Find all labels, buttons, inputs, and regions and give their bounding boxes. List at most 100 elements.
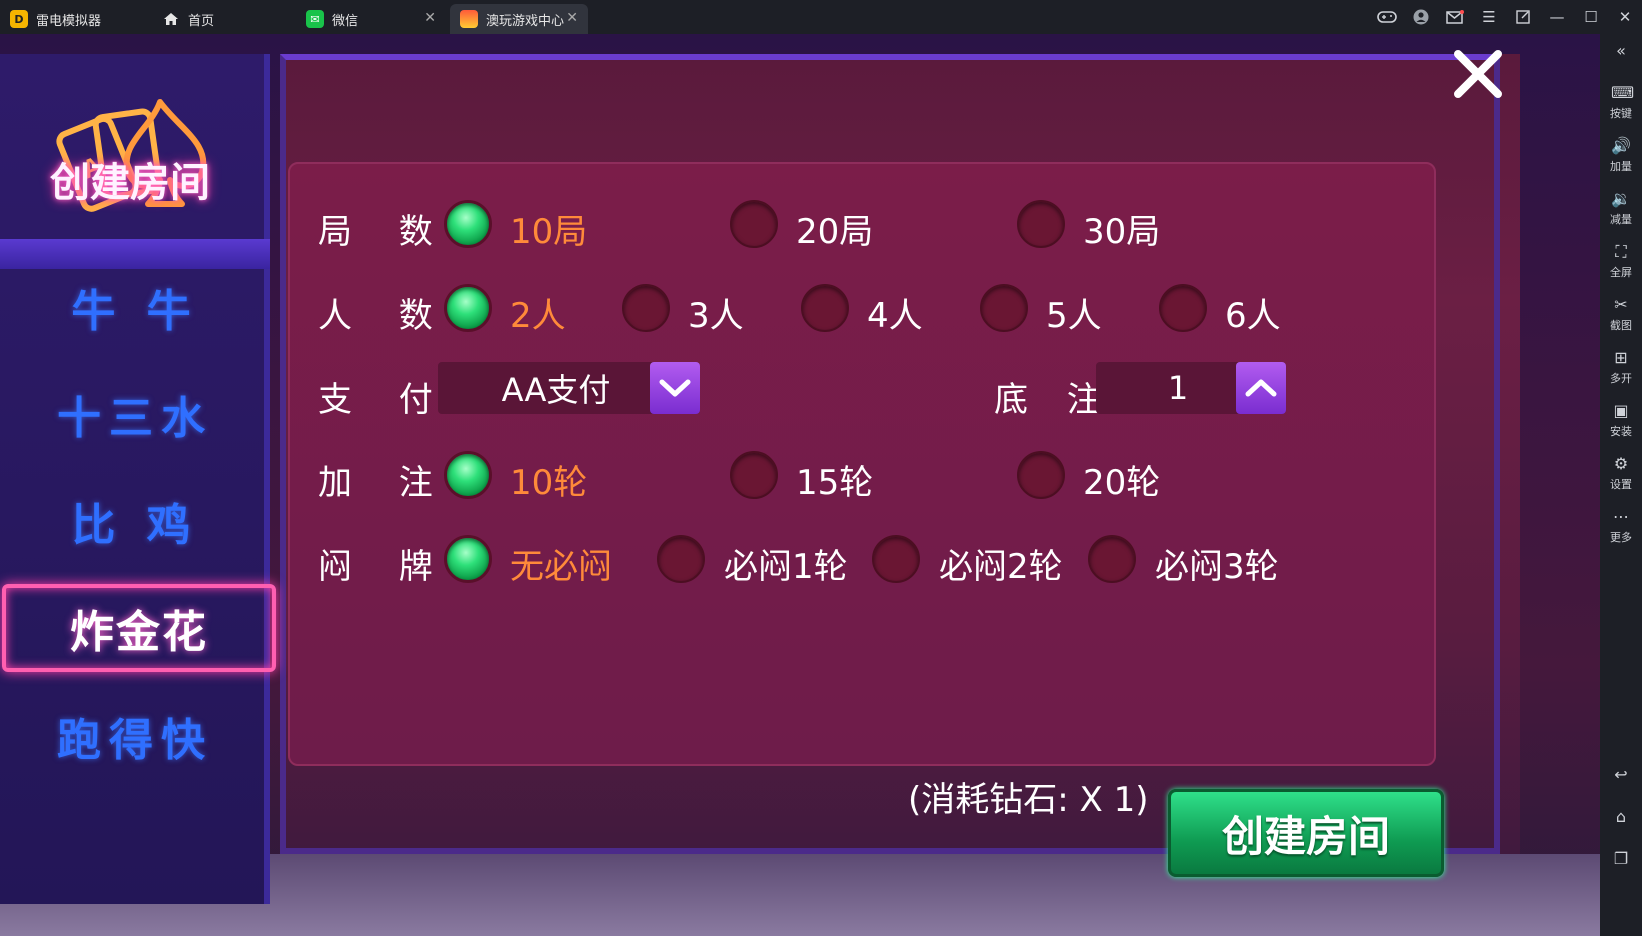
diamond-cost: (消耗钻石: X 1) [908, 780, 1149, 820]
option-rounds-10[interactable]: 10局 [510, 204, 587, 253]
radio-players-4[interactable] [801, 284, 849, 332]
option-players-4[interactable]: 4人 [867, 288, 923, 337]
toolbar-screenshot[interactable]: ✂ 截图 [1600, 296, 1642, 333]
ld-logo-icon: D [10, 10, 28, 28]
title-bar-decoration [0, 239, 270, 269]
toolbar-label: 多开 [1610, 372, 1632, 385]
game-item-zhajinhua[interactable]: 炸金花 [2, 584, 276, 672]
game-item-niuniu[interactable]: 牛 牛 [10, 267, 260, 347]
toolbar-label: 安装 [1610, 425, 1632, 438]
shrink-window-icon[interactable] [1506, 0, 1540, 34]
base-bet-select[interactable]: 1 [1096, 362, 1286, 414]
volume-down-icon: 🔉 [1611, 189, 1631, 208]
game-item-shisanshui[interactable]: 十三水 [10, 374, 260, 454]
emulator-titlebar: D 雷电模拟器 首页 ✉ 微信 ✕ 澳玩游戏中心 ✕ ☰ — ☐ ✕ [0, 0, 1642, 34]
radio-players-3[interactable] [622, 284, 670, 332]
option-raise-15[interactable]: 15轮 [796, 455, 873, 504]
option-raise-20[interactable]: 20轮 [1083, 455, 1160, 504]
tab-wechat[interactable]: ✉ 微信 ✕ [296, 4, 446, 34]
option-blind-2[interactable]: 必闷2轮 [939, 539, 1063, 588]
toolbar-label: 加量 [1610, 160, 1632, 173]
tab-game-center[interactable]: 澳玩游戏中心 ✕ [450, 4, 588, 34]
home-icon [162, 10, 180, 28]
chevron-down-icon[interactable] [650, 362, 700, 414]
toolbar-more[interactable]: ⋯ 更多 [1600, 508, 1642, 545]
menu-icon[interactable]: ☰ [1472, 0, 1506, 34]
window-controls: ☰ — ☐ ✕ [1370, 0, 1642, 34]
mail-icon[interactable] [1438, 0, 1472, 34]
radio-blind-none[interactable] [444, 535, 492, 583]
radio-raise-15[interactable] [730, 451, 778, 499]
tab-label: 澳玩游戏中心 [486, 13, 565, 29]
option-raise-10[interactable]: 10轮 [510, 455, 587, 504]
game-screen: A 创建房间 牛 牛 十三水 比 鸡 炸金花 跑得快 局 数: 10局 20局 … [0, 34, 1600, 936]
toolbar-label: 更多 [1610, 531, 1632, 544]
tab-label: 微信 [332, 13, 359, 29]
create-room-button[interactable]: 创建房间 [1168, 789, 1444, 877]
toolbar-label: 全屏 [1610, 266, 1632, 279]
gamepad-icon[interactable] [1370, 0, 1404, 34]
tab-label: 首页 [188, 13, 215, 29]
toolbar-label: 截图 [1610, 319, 1632, 332]
radio-players-6[interactable] [1159, 284, 1207, 332]
account-icon[interactable] [1404, 0, 1438, 34]
maximize-icon[interactable]: ☐ [1574, 0, 1608, 34]
radio-rounds-20[interactable] [730, 200, 778, 248]
tab-emulator-home[interactable]: D 雷电模拟器 [0, 4, 150, 34]
tab-label: 雷电模拟器 [36, 13, 102, 29]
radio-blind-3[interactable] [1088, 535, 1136, 583]
option-players-2[interactable]: 2人 [510, 288, 566, 337]
wechat-icon: ✉ [306, 10, 324, 28]
home-nav-icon[interactable]: ⌂ [1600, 808, 1642, 829]
radio-players-2[interactable] [444, 284, 492, 332]
volume-up-icon: 🔊 [1611, 136, 1631, 155]
game-center-icon [460, 10, 478, 28]
option-players-5[interactable]: 5人 [1046, 288, 1102, 337]
close-tab-icon[interactable]: ✕ [424, 10, 436, 26]
radio-blind-1[interactable] [657, 535, 705, 583]
option-blind-none[interactable]: 无必闷 [510, 539, 612, 588]
option-blind-1[interactable]: 必闷1轮 [724, 539, 848, 588]
toolbar-label: 按键 [1610, 107, 1632, 120]
back-icon[interactable]: ↩ [1600, 766, 1642, 787]
radio-rounds-10[interactable] [444, 200, 492, 248]
radio-raise-10[interactable] [444, 451, 492, 499]
minimize-icon[interactable]: — [1540, 0, 1574, 34]
option-blind-3[interactable]: 必闷3轮 [1155, 539, 1279, 588]
close-tab-icon[interactable]: ✕ [566, 10, 578, 26]
radio-blind-2[interactable] [872, 535, 920, 583]
multi-open-icon: ⊞ [1614, 348, 1628, 367]
payment-select[interactable]: AA支付 [438, 362, 700, 414]
close-window-icon[interactable]: ✕ [1608, 0, 1642, 34]
payment-value: AA支付 [501, 371, 611, 409]
game-type-panel: A 创建房间 牛 牛 十三水 比 鸡 炸金花 跑得快 [0, 54, 276, 904]
radio-raise-20[interactable] [1017, 451, 1065, 499]
room-settings-panel: 局 数: 10局 20局 30局 人 数: 2人 3人 4人 5人 6人 支 付… [288, 162, 1436, 766]
close-icon[interactable] [1450, 46, 1506, 102]
toolbar-fullscreen[interactable]: ⛶ 全屏 [1600, 243, 1642, 280]
scissors-icon: ✂ [1614, 295, 1628, 314]
radio-players-5[interactable] [980, 284, 1028, 332]
toolbar-volume-up[interactable]: 🔊 加量 [1600, 137, 1642, 174]
collapse-toolbar-icon[interactable]: « [1600, 42, 1642, 63]
option-players-3[interactable]: 3人 [688, 288, 744, 337]
option-rounds-30[interactable]: 30局 [1083, 204, 1160, 253]
toolbar-install[interactable]: ▣ 安装 [1600, 402, 1642, 439]
toolbar-label: 减量 [1610, 213, 1632, 226]
toolbar-label: 设置 [1610, 478, 1632, 491]
toolbar-settings[interactable]: ⚙ 设置 [1600, 455, 1642, 492]
toolbar-keymap[interactable]: ⌨ 按键 [1600, 84, 1642, 121]
toolbar-volume-down[interactable]: 🔉 减量 [1600, 190, 1642, 227]
option-players-6[interactable]: 6人 [1225, 288, 1281, 337]
game-item-paodekuai[interactable]: 跑得快 [10, 696, 260, 776]
game-item-biji[interactable]: 比 鸡 [10, 481, 260, 561]
settings-icon: ⚙ [1613, 454, 1629, 473]
toolbar-multi-open[interactable]: ⊞ 多开 [1600, 349, 1642, 386]
option-rounds-20[interactable]: 20局 [796, 204, 873, 253]
recent-apps-icon[interactable]: ❐ [1600, 850, 1642, 871]
chevron-up-icon[interactable] [1236, 362, 1286, 414]
tab-home[interactable]: 首页 [152, 4, 292, 34]
radio-rounds-30[interactable] [1017, 200, 1065, 248]
page-title: 创建房间 [50, 160, 210, 206]
fullscreen-icon: ⛶ [1615, 242, 1627, 261]
